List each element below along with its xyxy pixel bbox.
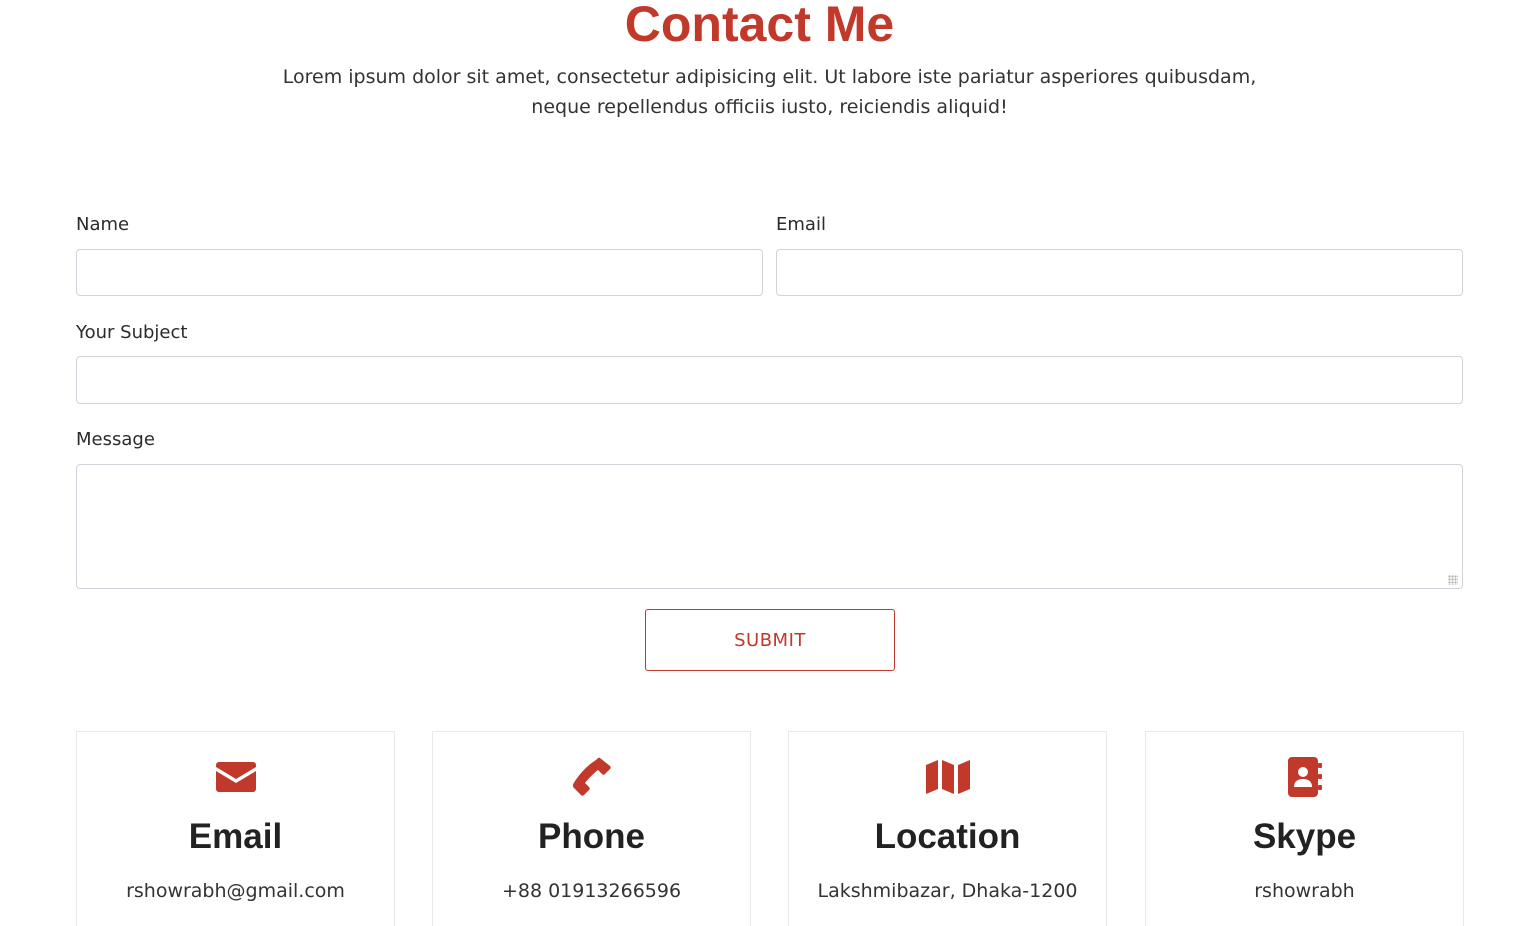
- card-phone: Phone +88 01913266596: [432, 731, 751, 926]
- subject-input[interactable]: [76, 356, 1463, 404]
- message-textarea[interactable]: [76, 464, 1463, 589]
- submit-button[interactable]: SUBMIT: [645, 609, 895, 671]
- card-title: Location: [874, 817, 1021, 856]
- card-value: +88 01913266596: [501, 880, 682, 902]
- subject-label: Your Subject: [76, 322, 188, 343]
- email-label: Email: [776, 214, 826, 235]
- card-value: rshowrabh: [1254, 880, 1355, 902]
- page-title: Contact Me: [624, 0, 895, 52]
- subtitle-line-2: neque repellendus officiis iusto, reicie…: [531, 96, 1008, 118]
- email-input[interactable]: [776, 249, 1463, 296]
- card-location: Location Lakshmibazar, Dhaka-1200: [788, 731, 1107, 926]
- card-email: Email rshowrabh@gmail.com: [76, 731, 395, 926]
- contact-page: Contact Me Lorem ipsum dolor sit amet, c…: [0, 0, 1519, 926]
- subtitle-line-1: Lorem ipsum dolor sit amet, consectetur …: [282, 66, 1257, 88]
- card-skype: Skype rshowrabh: [1145, 731, 1464, 926]
- phone-icon: [433, 756, 750, 798]
- textarea-resize-handle[interactable]: [1448, 575, 1458, 585]
- card-title: Email: [188, 817, 283, 856]
- envelope-icon: [77, 756, 394, 798]
- address-book-icon: [1146, 756, 1463, 798]
- page-subtitle: Lorem ipsum dolor sit amet, consectetur …: [260, 62, 1279, 122]
- name-label: Name: [76, 214, 130, 235]
- card-title: Phone: [538, 817, 645, 856]
- card-title: Skype: [1252, 817, 1357, 856]
- card-value: Lakshmibazar, Dhaka-1200: [817, 880, 1078, 902]
- card-value: rshowrabh@gmail.com: [126, 880, 345, 902]
- message-label: Message: [76, 429, 155, 450]
- map-icon: [789, 756, 1106, 798]
- name-input[interactable]: [76, 249, 763, 296]
